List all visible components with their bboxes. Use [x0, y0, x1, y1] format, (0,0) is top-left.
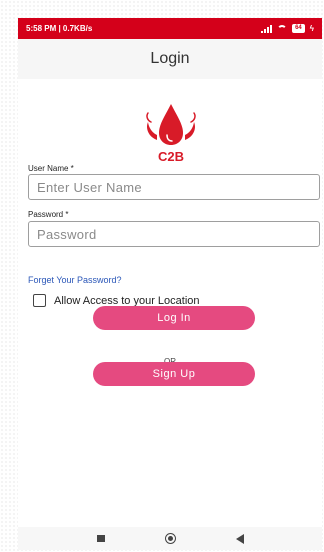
- logo-text: C2B: [158, 149, 184, 164]
- username-input[interactable]: [28, 174, 320, 200]
- wifi-icon: [277, 25, 288, 32]
- system-nav-bar: [18, 527, 322, 550]
- status-bar: 5:58 PM | 0.7KB/s 64 ϟ: [18, 18, 322, 39]
- c2b-logo: C2B: [146, 104, 196, 164]
- app-bar: Login: [18, 39, 322, 79]
- forgot-password-link[interactable]: Forget Your Password?: [28, 275, 122, 285]
- password-input[interactable]: [28, 221, 320, 247]
- page-title: Login: [150, 50, 190, 67]
- signal-icon: [261, 24, 273, 33]
- charging-icon: ϟ: [309, 24, 314, 33]
- status-icons: 64 ϟ: [261, 24, 314, 33]
- status-time: 5:58 PM | 0.7KB/s: [26, 24, 93, 33]
- phone-screen: 5:58 PM | 0.7KB/s 64 ϟ Login C2B User Na…: [18, 18, 322, 550]
- back-icon[interactable]: [235, 533, 244, 544]
- location-checkbox[interactable]: [33, 294, 46, 307]
- username-label: User Name *: [28, 164, 74, 173]
- signup-button[interactable]: Sign Up: [93, 362, 255, 386]
- login-button[interactable]: Log In: [93, 306, 255, 330]
- home-icon[interactable]: [164, 533, 176, 544]
- location-checkbox-label[interactable]: Allow Access to your Location: [54, 295, 200, 307]
- battery-icon: 64: [292, 24, 305, 33]
- password-label: Password *: [28, 210, 69, 219]
- recent-apps-icon[interactable]: [96, 535, 105, 542]
